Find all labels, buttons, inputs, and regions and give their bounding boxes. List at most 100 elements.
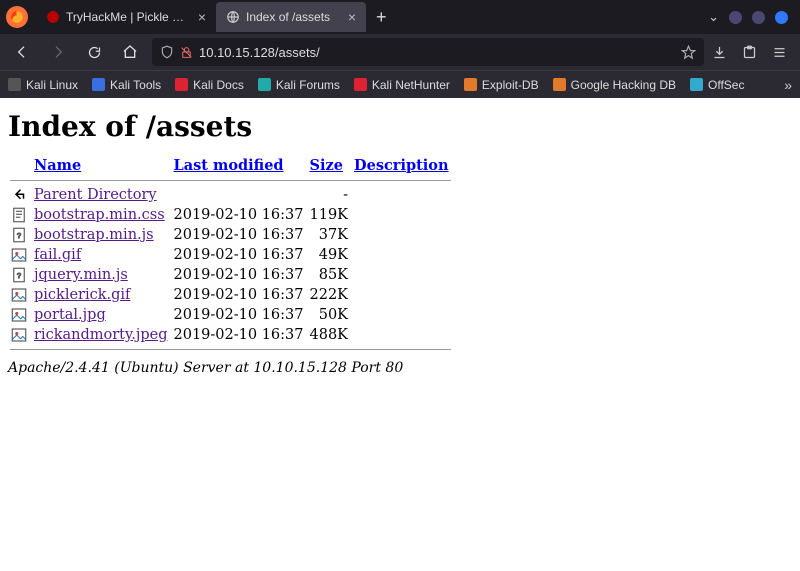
bookmark-item[interactable]: Kali Docs (175, 78, 244, 92)
file-modified: 2019-02-10 16:37 (172, 325, 308, 345)
file-size: 85K (308, 265, 353, 285)
table-row: Parent Directory - (8, 185, 455, 205)
svg-text:?: ? (17, 231, 21, 240)
bookmark-label: Kali Linux (26, 78, 78, 92)
bookmark-item[interactable]: Google Hacking DB (553, 78, 676, 92)
table-row: ? bootstrap.min.js 2019-02-10 16:3737K (8, 225, 455, 245)
shield-icon (160, 45, 174, 59)
home-button[interactable] (116, 38, 144, 66)
col-modified[interactable]: Last modified (172, 155, 308, 176)
file-modified: 2019-02-10 16:37 (172, 245, 308, 265)
file-type-icon (10, 286, 28, 304)
bookmark-item[interactable]: Kali Tools (92, 78, 161, 92)
bookmark-label: Google Hacking DB (571, 78, 676, 92)
bookmark-label: OffSec (708, 78, 744, 92)
file-link[interactable]: portal.jpg (34, 307, 106, 323)
tab-title: Index of /assets (246, 10, 330, 24)
bookmark-label: Exploit-DB (482, 78, 539, 92)
downloads-icon[interactable] (712, 45, 732, 60)
bookmark-favicon-icon (553, 78, 566, 91)
menu-icon[interactable] (772, 45, 792, 60)
table-row: portal.jpg 2019-02-10 16:3750K (8, 305, 455, 325)
bookmarks-bar: Kali Linux Kali Tools Kali Docs Kali Forums… (0, 70, 800, 98)
bookmark-label: Kali Forums (276, 78, 340, 92)
window-close[interactable] (775, 11, 788, 24)
server-signature: Apache/2.4.41 (Ubuntu) Server at 10.10.1… (8, 360, 792, 376)
tab-bar: TryHackMe | Pickle Rick×Index of /assets… (0, 0, 800, 34)
file-desc (352, 205, 455, 225)
extensions-icon[interactable] (742, 45, 762, 60)
file-desc (352, 225, 455, 245)
firefox-icon (6, 6, 28, 28)
file-link[interactable]: jquery.min.js (34, 267, 128, 283)
bookmark-label: Kali Tools (110, 78, 161, 92)
tab[interactable]: TryHackMe | Pickle Rick× (36, 2, 216, 32)
file-size: 37K (308, 225, 353, 245)
col-size[interactable]: Size (308, 155, 353, 176)
file-size: 50K (308, 305, 353, 325)
table-row: ?jquery.min.js2019-02-10 16:3785K (8, 265, 455, 285)
file-link[interactable]: fail.gif (34, 247, 81, 263)
tab-overflow-icon[interactable]: ⌄ (708, 9, 719, 25)
bookmark-item[interactable]: OffSec (690, 78, 744, 92)
tab-close-icon[interactable]: × (198, 9, 206, 25)
file-type-icon (10, 206, 28, 224)
file-modified (172, 185, 308, 205)
tab[interactable]: Index of /assets × (216, 2, 366, 32)
file-type-icon (10, 186, 28, 204)
file-size: - (308, 185, 353, 205)
bookmarks-overflow-icon[interactable]: » (784, 77, 792, 93)
file-link[interactable]: bootstrap.min.js (34, 227, 154, 243)
table-row: bootstrap.min.css 2019-02-10 16:37119K (8, 205, 455, 225)
file-modified: 2019-02-10 16:37 (172, 225, 308, 245)
back-button[interactable] (8, 38, 36, 66)
bookmark-favicon-icon (258, 78, 271, 91)
table-row: fail.gif2019-02-10 16:3749K (8, 245, 455, 265)
bookmark-label: Kali Docs (193, 78, 244, 92)
window-maximize[interactable] (752, 11, 765, 24)
tab-close-icon[interactable]: × (348, 9, 356, 25)
file-link[interactable]: bootstrap.min.css (34, 207, 165, 223)
file-type-icon (10, 326, 28, 344)
url-bar[interactable] (152, 38, 704, 66)
bookmark-favicon-icon (175, 78, 188, 91)
bookmark-label: Kali NetHunter (372, 78, 450, 92)
col-name[interactable]: Name (32, 155, 172, 176)
window-minimize[interactable] (729, 11, 742, 24)
bookmark-item[interactable]: Kali Forums (258, 78, 340, 92)
file-link[interactable]: picklerick.gif (34, 287, 130, 303)
reload-button[interactable] (80, 38, 108, 66)
page-title: Index of /assets (8, 110, 792, 143)
file-desc (352, 245, 455, 265)
file-type-icon: ? (10, 266, 28, 284)
bookmark-item[interactable]: Kali Linux (8, 78, 78, 92)
file-desc (352, 265, 455, 285)
tab-favicon-icon (46, 10, 60, 24)
file-size: 119K (308, 205, 353, 225)
file-modified: 2019-02-10 16:37 (172, 205, 308, 225)
url-input[interactable] (199, 45, 675, 60)
bookmark-star-icon[interactable] (681, 45, 696, 60)
file-modified: 2019-02-10 16:37 (172, 305, 308, 325)
file-link[interactable]: rickandmorty.jpeg (34, 327, 168, 343)
col-desc[interactable]: Description (352, 155, 455, 176)
insecure-lock-icon (180, 46, 193, 59)
file-desc (352, 285, 455, 305)
bookmark-favicon-icon (690, 78, 703, 91)
bookmark-favicon-icon (92, 78, 105, 91)
file-link[interactable]: Parent Directory (34, 187, 157, 203)
file-type-icon: ? (10, 226, 28, 244)
file-desc (352, 305, 455, 325)
bookmark-item[interactable]: Exploit-DB (464, 78, 539, 92)
bookmark-favicon-icon (464, 78, 477, 91)
file-type-icon (10, 246, 28, 264)
forward-button[interactable] (44, 38, 72, 66)
bookmark-item[interactable]: Kali NetHunter (354, 78, 450, 92)
new-tab-button[interactable]: + (366, 7, 397, 28)
svg-text:?: ? (17, 271, 21, 280)
table-row: picklerick.gif2019-02-10 16:37222K (8, 285, 455, 305)
tab-favicon-icon (226, 10, 240, 24)
page-content: Index of /assets Name Last modified Size… (0, 98, 800, 384)
nav-toolbar (0, 34, 800, 70)
file-size: 488K (308, 325, 353, 345)
